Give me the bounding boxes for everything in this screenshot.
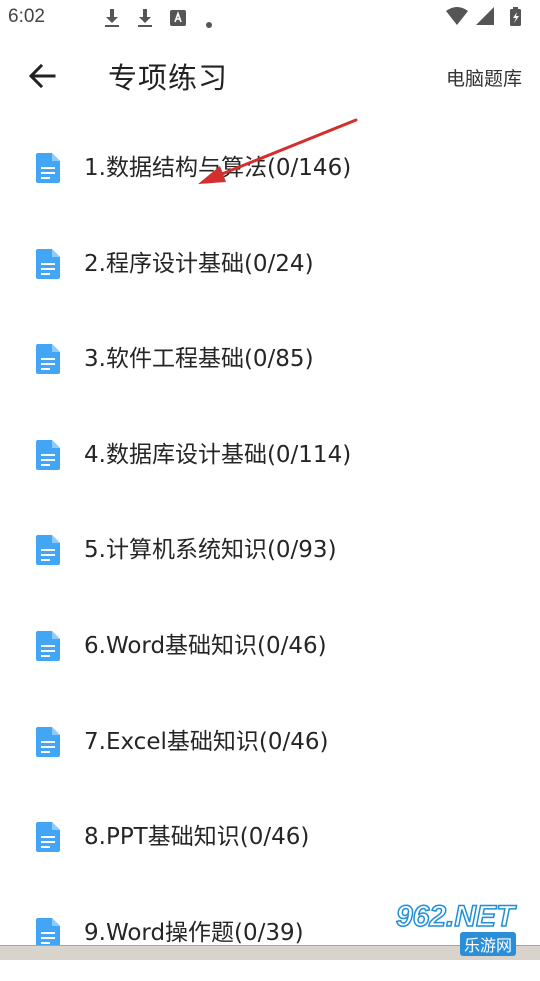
document-icon <box>36 153 60 183</box>
list-item-label: 6.Word基础知识(0/46) <box>84 632 327 659</box>
watermark-main: 962.NET <box>395 899 515 934</box>
document-icon <box>36 248 60 279</box>
list-item[interactable]: 2.程序设计基础(0/24) <box>0 217 540 313</box>
document-icon <box>36 439 60 470</box>
list-item-label: 4.数据库设计基础(0/114) <box>84 441 352 468</box>
app-bar: 专项练习 电脑题库 <box>0 36 540 120</box>
list-item-label: 3.软件工程基础(0/85) <box>84 346 314 373</box>
document-icon <box>36 822 60 853</box>
list-item[interactable]: 8.PPT基础知识(0/46) <box>0 790 540 886</box>
download-icon <box>104 8 120 32</box>
status-time: 6:02 <box>8 6 45 27</box>
list-item[interactable]: 3.软件工程基础(0/85) <box>0 312 540 408</box>
document-icon <box>36 535 60 566</box>
list-item[interactable]: 6.Word基础知识(0/46) <box>0 599 540 695</box>
list-item[interactable]: 5.计算机系统知识(0/93) <box>0 503 540 599</box>
watermark-logo: 962.NET 乐游网 <box>395 899 536 956</box>
dot-icon <box>205 14 213 33</box>
download-icon <box>137 8 153 32</box>
status-bar: 6:02 <box>0 0 540 36</box>
keyboard-a-icon <box>170 10 186 30</box>
back-arrow-icon <box>28 63 56 92</box>
list-item[interactable]: 4.数据库设计基础(0/114) <box>0 408 540 504</box>
status-right-icons <box>444 6 528 28</box>
signal-icon <box>476 7 494 25</box>
document-icon <box>36 917 60 948</box>
document-icon <box>36 344 60 375</box>
document-icon <box>36 630 60 661</box>
list-item-label: 7.Excel基础知识(0/46) <box>84 728 329 755</box>
computer-question-bank-link[interactable]: 电脑题库 <box>446 66 522 92</box>
back-button[interactable] <box>22 58 62 98</box>
list-item-label: 5.计算机系统知识(0/93) <box>84 537 337 564</box>
list-item-label: 2.程序设计基础(0/24) <box>84 250 314 277</box>
list-item[interactable]: 1.数据结构与算法(0/146) <box>0 121 540 217</box>
watermark-sub: 乐游网 <box>460 932 517 956</box>
list-item[interactable]: 7.Excel基础知识(0/46) <box>0 695 540 791</box>
list-item-label: 8.PPT基础知识(0/46) <box>84 824 310 851</box>
battery-icon <box>510 7 521 26</box>
practice-list: 1.数据结构与算法(0/146) 2.程序设计基础(0/24) 3.软件工程基础… <box>0 121 540 981</box>
list-item-label: 1.数据结构与算法(0/146) <box>84 155 352 181</box>
document-icon <box>36 726 60 757</box>
page-title: 专项练习 <box>108 61 229 95</box>
wifi-icon <box>446 7 468 25</box>
